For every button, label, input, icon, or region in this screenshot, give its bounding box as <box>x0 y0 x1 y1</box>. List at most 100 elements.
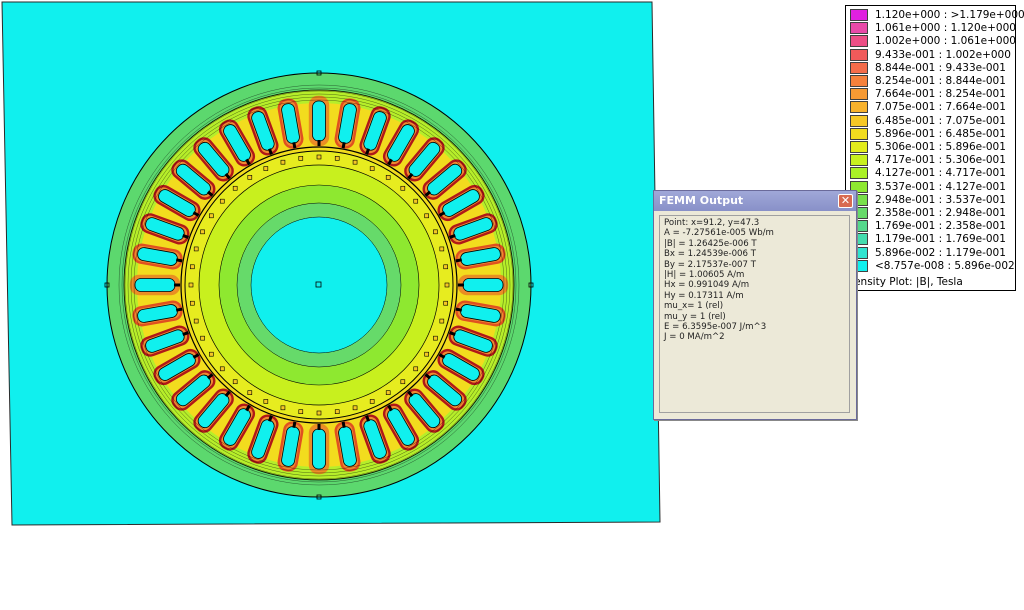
legend-swatch <box>850 167 868 180</box>
legend-range-label: 7.664e-001 : 8.254e-001 <box>875 88 1006 101</box>
rotor-bar <box>200 335 205 341</box>
rotor-bar <box>209 213 214 219</box>
rotor-bar <box>433 335 438 341</box>
legend-swatch <box>850 75 868 87</box>
legend-range-label: 5.896e-001 : 6.485e-001 <box>875 127 1006 140</box>
rotor-bar <box>193 318 199 324</box>
rotor-bar <box>334 409 340 414</box>
rotor-bar <box>280 405 286 411</box>
legend-swatch <box>850 88 868 101</box>
legend-range-label: 5.896e-002 : 1.179e-001 <box>875 246 1006 259</box>
rotor-bar <box>190 300 195 306</box>
femm-output-titlebar[interactable]: FEMM Output ✕ <box>654 191 856 211</box>
legend-swatch <box>850 35 868 48</box>
rotor-bar <box>424 351 429 357</box>
rotor-bar <box>443 300 448 306</box>
close-icon: ✕ <box>840 194 851 207</box>
rotor-bar <box>334 156 340 161</box>
rotor-bar <box>424 213 429 219</box>
legend-range-label: 6.485e-001 : 7.075e-001 <box>875 114 1006 127</box>
rotor-bar <box>444 282 450 288</box>
rotor-bar <box>209 351 214 357</box>
rotor-bar <box>433 229 438 235</box>
rotor-bar <box>298 409 304 414</box>
legend-range-label: 1.120e+000 : >1.179e+000 <box>875 9 1024 21</box>
rotor-bar <box>369 166 375 171</box>
femm-output-line: A = -7.27561e-005 Wb/m <box>664 228 774 239</box>
rotor-bar <box>219 198 225 204</box>
rotor-bar <box>352 159 358 165</box>
femm-output-line: |H| = 1.00605 A/m <box>664 269 745 280</box>
femm-output-line: mu_x= 1 (rel) <box>664 301 724 312</box>
legend-range-label: 1.769e-001 : 2.358e-001 <box>875 220 1006 233</box>
rotor-bar <box>316 154 322 160</box>
legend-swatch <box>850 154 868 167</box>
legend-swatch <box>850 127 868 140</box>
femm-output-line: By = 2.17537e-007 T <box>664 259 756 270</box>
femm-output-line: Hy = 0.17311 A/m <box>664 290 744 301</box>
femm-output-title: FEMM Output <box>659 194 744 207</box>
femm-output-text: Point: x=91.2, y=47.3 A = -7.27561e-005 W… <box>659 215 850 413</box>
legend-swatch <box>850 48 868 61</box>
rotor-bar <box>263 399 269 404</box>
femm-output-window[interactable]: FEMM Output ✕ Point: x=91.2, y=47.3 A = -… <box>653 190 857 420</box>
rotor-bar <box>193 246 199 252</box>
rotor-bar <box>316 410 322 416</box>
rotor-bar <box>413 366 419 372</box>
rotor-bar <box>190 264 195 270</box>
legend-swatch <box>850 9 868 21</box>
rotor-bar <box>413 198 419 204</box>
legend-swatch <box>850 61 868 74</box>
legend-range-label: <8.757e-008 : 5.896e-002 <box>875 259 1015 272</box>
legend-range-label: 8.254e-001 : 8.844e-001 <box>875 75 1006 87</box>
legend-range-label: 7.075e-001 : 7.664e-001 <box>875 101 1006 114</box>
legend-caption: Density Plot: |B|, Tesla <box>846 276 963 288</box>
femm-output-line: mu_y = 1 (rel) <box>664 311 726 322</box>
stator-slot <box>308 423 330 475</box>
rotor-bar <box>439 318 445 324</box>
legend-swatch <box>850 141 868 153</box>
rotor-bar <box>298 156 304 161</box>
rotor-bar <box>400 379 406 385</box>
rotor-bar <box>369 399 375 404</box>
rotor-bar <box>232 379 238 385</box>
stator-slot <box>129 274 181 296</box>
rotor-bar <box>263 166 269 171</box>
rotor-shaft-region <box>250 216 388 354</box>
rotor-bar <box>400 185 406 191</box>
legend-range-label: 4.127e-001 : 4.717e-001 <box>875 167 1006 180</box>
rotor-bar <box>385 390 391 395</box>
legend-range-label: 1.061e+000 : 1.120e+000 <box>875 22 1016 35</box>
rotor-bar <box>385 175 391 180</box>
rotor-bar <box>443 264 448 270</box>
rotor-bar <box>219 366 225 372</box>
femm-output-line: J = 0 MA/m^2 <box>664 332 725 343</box>
legend-range-label: 2.948e-001 : 3.537e-001 <box>875 193 1006 206</box>
legend-range-label: 9.433e-001 : 1.002e+000 <box>875 48 1011 61</box>
rotor-bar <box>280 159 286 165</box>
legend-swatch <box>850 101 868 114</box>
femm-output-line: |B| = 1.26425e-006 T <box>664 238 757 249</box>
rotor-bar <box>247 390 253 395</box>
rotor-bar <box>188 282 194 288</box>
legend-swatch <box>850 114 868 127</box>
legend-range-label: 8.844e-001 : 9.433e-001 <box>875 61 1006 74</box>
stator-slot <box>308 95 330 147</box>
legend-range-label: 5.306e-001 : 5.896e-001 <box>875 141 1006 153</box>
density-legend: 1.120e+000 : >1.179e+000 1.061e+000 : 1.1… <box>845 5 1024 291</box>
femm-output-line: E = 6.3595e-007 J/m^3 <box>664 321 767 332</box>
rotor-bar <box>439 246 445 252</box>
legend-range-label: 1.179e-001 : 1.769e-001 <box>875 233 1006 246</box>
rotor-bar <box>232 185 238 191</box>
femm-output-line: Hx = 0.991049 A/m <box>664 280 750 291</box>
legend-swatch <box>850 22 868 35</box>
legend-range-label: 1.002e+000 : 1.061e+000 <box>875 35 1016 48</box>
rotor-bar <box>247 175 253 180</box>
legend-range-label: 4.717e-001 : 5.306e-001 <box>875 154 1006 167</box>
legend-range-label: 3.537e-001 : 4.127e-001 <box>875 180 1006 193</box>
rotor-bar <box>200 229 205 235</box>
close-button[interactable]: ✕ <box>838 194 853 208</box>
femm-output-line: Point: x=91.2, y=47.3 <box>664 218 760 228</box>
femm-output-line: Bx = 1.24539e-006 T <box>664 249 756 260</box>
stator-slot <box>457 274 509 296</box>
